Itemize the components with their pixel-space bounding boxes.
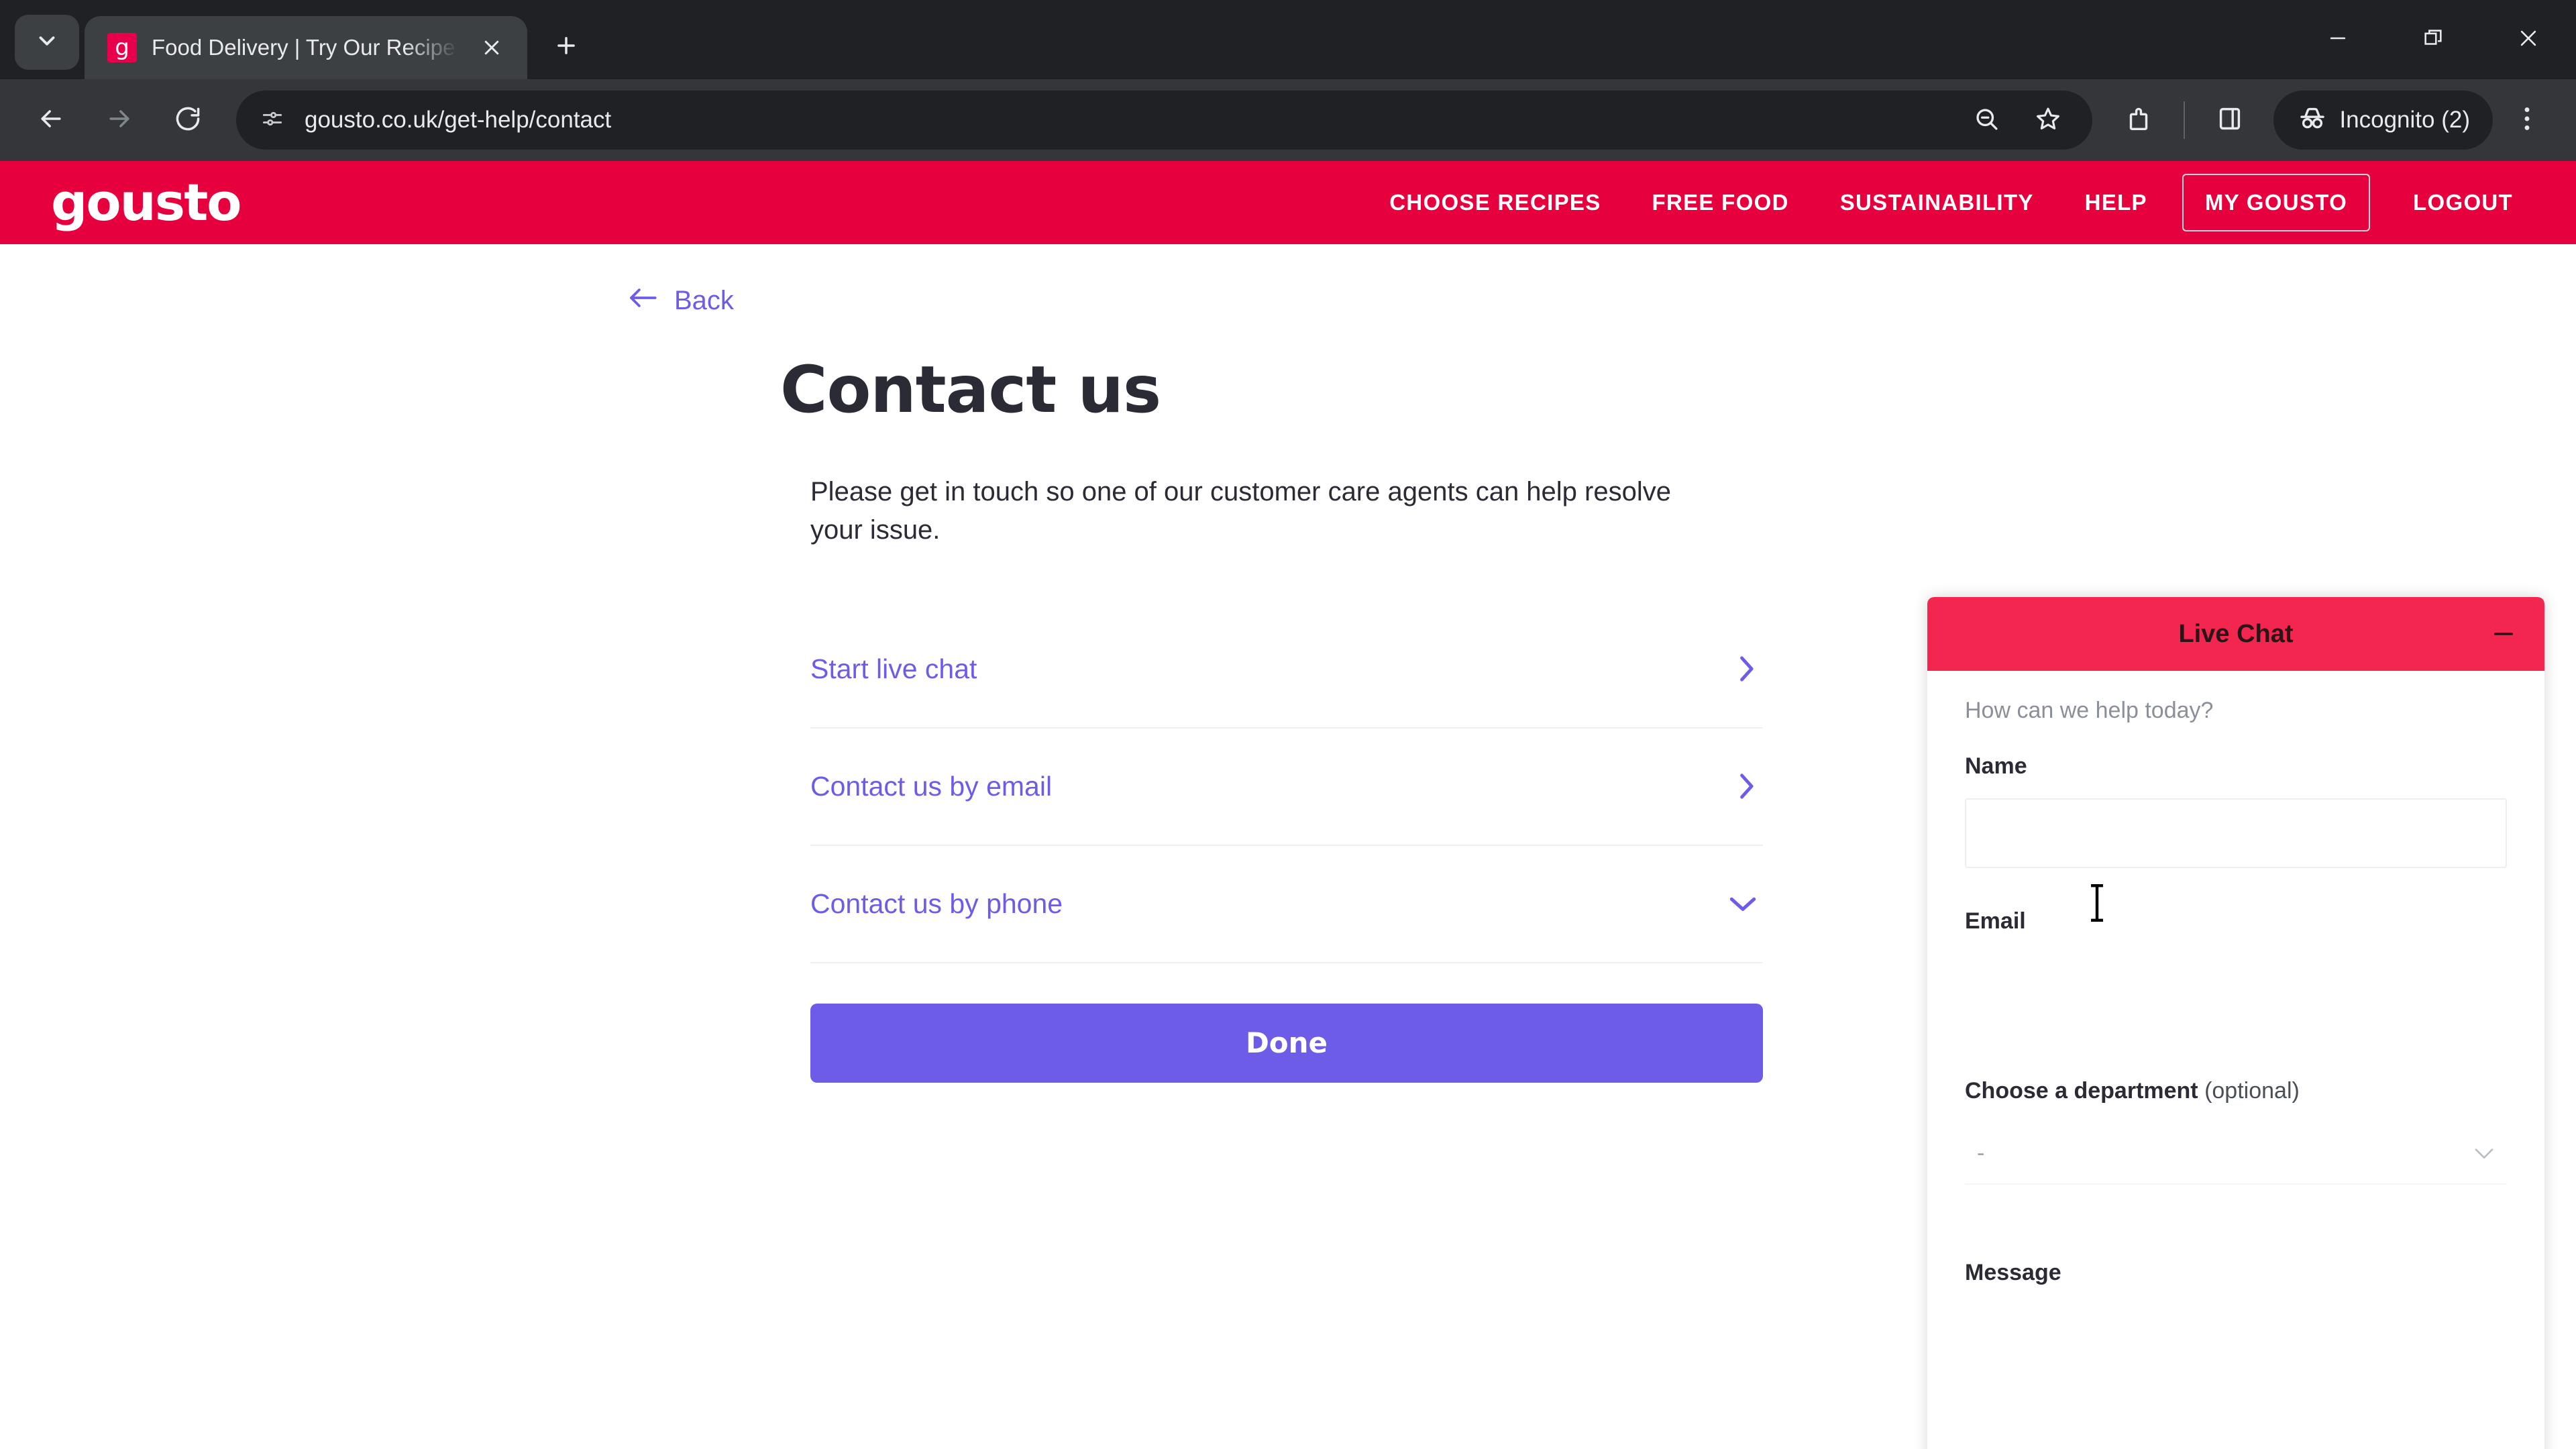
message-field-label: Message — [1965, 1260, 2061, 1285]
chat-widget-title: Live Chat — [2178, 619, 2294, 648]
zoom-out-button[interactable] — [1960, 93, 2013, 147]
side-panel-button[interactable] — [2200, 90, 2260, 150]
nav-item-free-food[interactable]: FREE FOOD — [1627, 190, 1815, 215]
url-text[interactable]: gousto.co.uk/get-help/contact — [305, 107, 1951, 133]
plus-icon — [553, 33, 579, 62]
chevron-right-icon — [1735, 655, 1763, 683]
chevron-down-icon — [2472, 1145, 2507, 1161]
side-panel-icon — [2214, 103, 2245, 138]
department-field-label: Choose a department (optional) — [1965, 1078, 2507, 1104]
department-selected-value: - — [1977, 1140, 1985, 1166]
page-viewport: gousto CHOOSE RECIPES FREE FOOD SUSTAINA… — [0, 161, 2576, 1449]
window-controls — [2290, 0, 2576, 79]
browser-reload-button[interactable] — [156, 88, 220, 152]
browser-menu-button[interactable] — [2497, 90, 2557, 150]
minimize-window-button[interactable] — [2290, 0, 2385, 79]
new-tab-button[interactable] — [541, 21, 592, 72]
star-icon — [2034, 105, 2062, 136]
zoom-out-icon — [1972, 105, 2000, 136]
nav-item-choose-recipes[interactable]: CHOOSE RECIPES — [1364, 190, 1626, 215]
arrow-right-icon — [105, 104, 134, 137]
browser-window: g Food Delivery | Try Our Recipe k goust… — [0, 0, 2576, 1449]
my-gousto-button[interactable]: MY GOUSTO — [2182, 174, 2371, 231]
page-title: Contact us — [780, 352, 1161, 427]
arrow-left-icon — [36, 104, 66, 137]
three-dot-menu-icon — [2512, 103, 2542, 138]
gousto-g-icon: g — [107, 33, 137, 62]
browser-forward-button[interactable] — [87, 88, 152, 152]
chevron-down-icon — [1728, 894, 1763, 914]
contact-option-start-live-chat[interactable]: Start live chat — [810, 611, 1763, 729]
close-icon — [2517, 27, 2540, 53]
tab-strip: g Food Delivery | Try Our Recipe k — [0, 0, 2576, 79]
gousto-logo[interactable]: gousto — [51, 177, 241, 228]
browser-back-button[interactable] — [19, 88, 83, 152]
nav-item-sustainability[interactable]: SUSTAINABILITY — [1815, 190, 2059, 215]
extensions-button[interactable] — [2108, 90, 2169, 150]
close-icon[interactable] — [474, 30, 510, 66]
email-field-label: Email — [1965, 908, 2026, 934]
back-row: Back — [0, 244, 2576, 316]
browser-tab[interactable]: g Food Delivery | Try Our Recipe k — [85, 16, 527, 79]
incognito-indicator[interactable]: Incognito (2) — [2273, 91, 2493, 150]
contact-option-email[interactable]: Contact us by email — [810, 729, 1763, 846]
email-input[interactable] — [1965, 953, 2507, 1078]
field-spacer — [1965, 1185, 2507, 1260]
department-optional-text: (optional) — [2204, 1078, 2300, 1104]
reload-icon — [173, 104, 203, 137]
message-textarea[interactable] — [1965, 1305, 2507, 1430]
logout-link[interactable]: LOGOUT — [2387, 190, 2538, 215]
browser-toolbar: gousto.co.uk/get-help/contact Incognito … — [0, 79, 2576, 161]
tune-icon — [260, 106, 285, 135]
option-label: Start live chat — [810, 653, 977, 684]
bookmark-button[interactable] — [2021, 93, 2075, 147]
chat-widget-header[interactable]: Live Chat — [1927, 597, 2544, 671]
site-navigation: CHOOSE RECIPES FREE FOOD SUSTAINABILITY … — [1364, 174, 2538, 231]
minimize-icon — [2326, 27, 2349, 53]
tab-title: Food Delivery | Try Our Recipe k — [152, 35, 459, 60]
close-window-button[interactable] — [2481, 0, 2576, 79]
back-link[interactable]: Back — [627, 286, 734, 316]
incognito-icon — [2296, 103, 2328, 138]
tab-search-button[interactable] — [15, 15, 79, 70]
intro-text: Please get in touch so one of our custom… — [810, 477, 1671, 545]
chat-widget-body: How can we help today? Name Email Choose… — [1927, 671, 2544, 1449]
live-chat-widget: Live Chat How can we help today? Name Em… — [1927, 597, 2544, 1449]
toolbar-divider — [2184, 101, 2186, 139]
arrow-left-icon — [627, 286, 658, 316]
chevron-right-icon — [1735, 772, 1763, 800]
department-select[interactable]: - — [1965, 1123, 2507, 1185]
contact-option-list: Start live chat Contact us by email Cont… — [810, 611, 1763, 963]
contact-option-phone[interactable]: Contact us by phone — [810, 846, 1763, 963]
incognito-label: Incognito (2) — [2339, 107, 2470, 133]
done-button[interactable]: Done — [810, 1003, 1763, 1083]
maximize-window-button[interactable] — [2385, 0, 2481, 79]
back-label: Back — [674, 286, 734, 315]
site-info-button[interactable] — [248, 96, 297, 144]
field-spacer — [1965, 868, 2507, 908]
restore-icon — [2422, 27, 2445, 53]
name-input[interactable] — [1965, 798, 2507, 868]
option-label: Contact us by phone — [810, 888, 1063, 919]
content-column: Please get in touch so one of our custom… — [810, 473, 1763, 1083]
department-label-text: Choose a department — [1965, 1078, 2205, 1104]
address-bar[interactable]: gousto.co.uk/get-help/contact — [236, 91, 2093, 150]
option-label: Contact us by email — [810, 770, 1053, 802]
name-field-label: Name — [1965, 753, 2027, 779]
chat-greeting: How can we help today? — [1965, 698, 2214, 723]
extensions-icon — [2123, 103, 2154, 138]
site-header: gousto CHOOSE RECIPES FREE FOOD SUSTAINA… — [0, 161, 2576, 244]
minimize-icon[interactable] — [2489, 620, 2518, 648]
chevron-down-icon — [34, 28, 60, 57]
nav-item-help[interactable]: HELP — [2059, 190, 2173, 215]
